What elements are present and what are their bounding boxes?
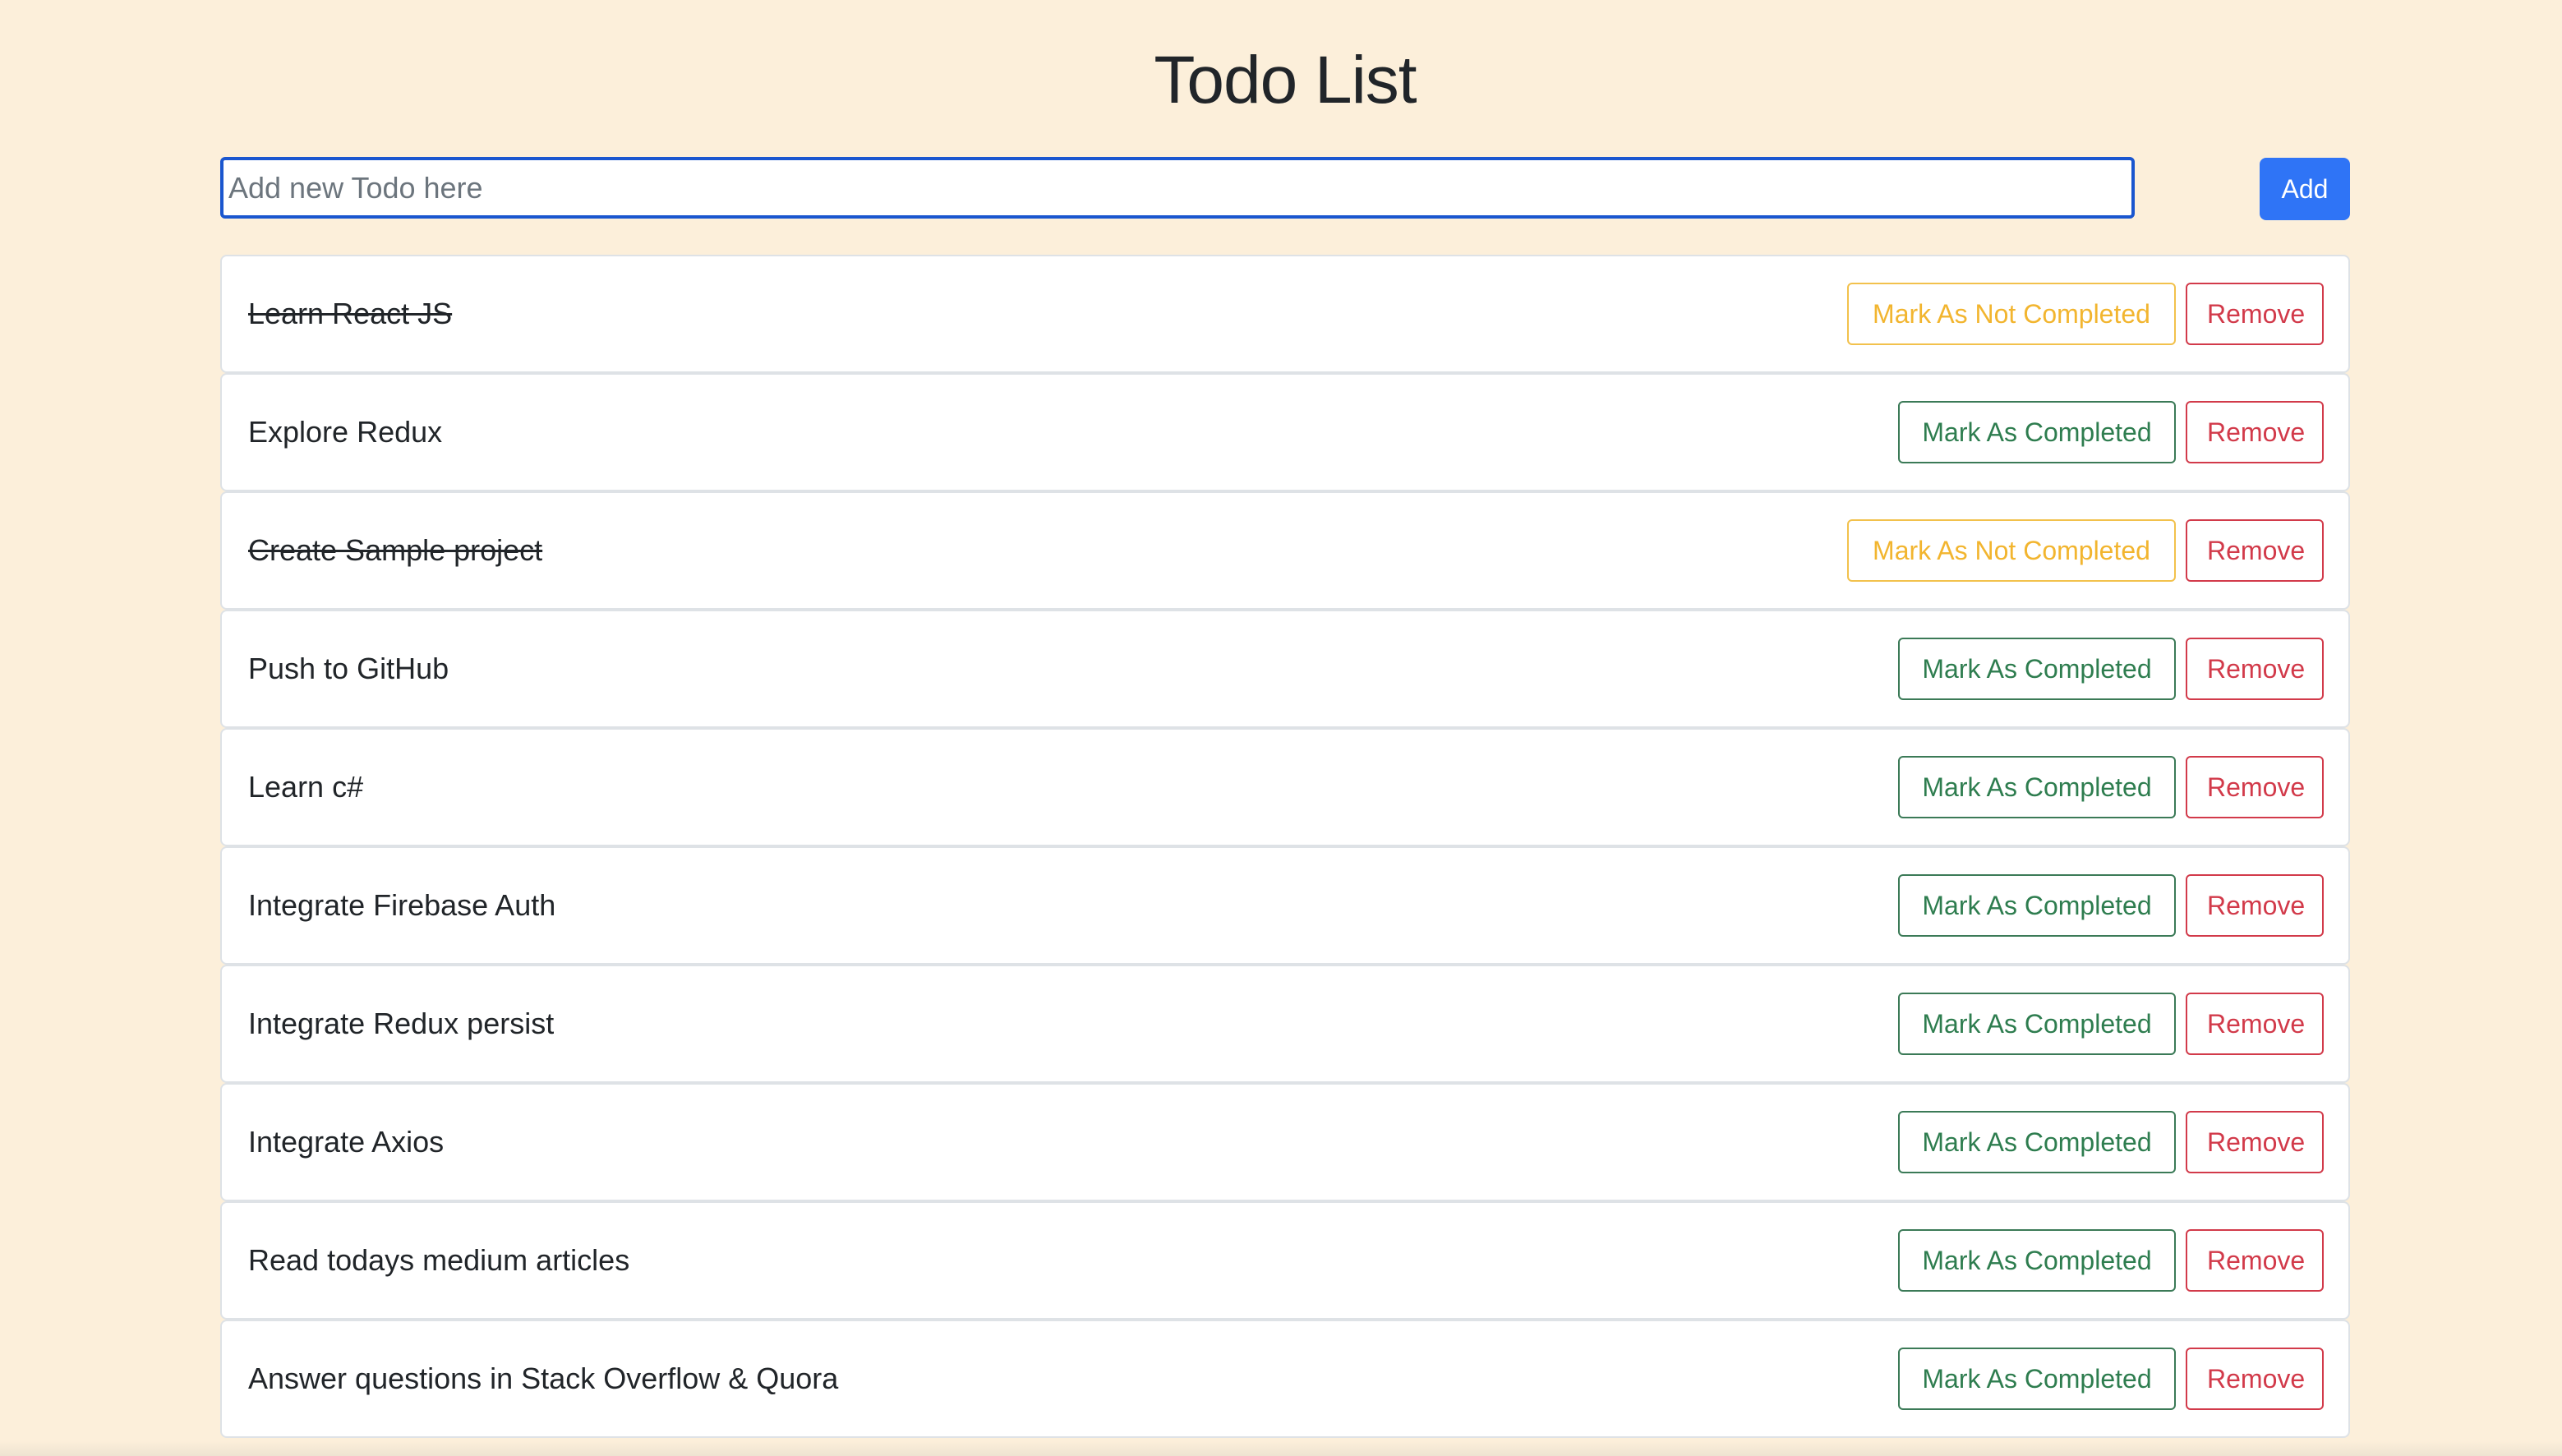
todo-item: Integrate Firebase Auth Mark As Complete… xyxy=(220,846,2350,965)
todo-actions: Mark As Completed Remove xyxy=(1898,874,2324,937)
todo-actions: Mark As Not Completed Remove xyxy=(1847,283,2324,345)
todo-text: Read todays medium articles xyxy=(248,1243,630,1277)
todo-item: Integrate Redux persist Mark As Complete… xyxy=(220,965,2350,1083)
new-todo-input[interactable] xyxy=(220,157,2135,219)
remove-button[interactable]: Remove xyxy=(2186,1229,2324,1292)
todo-actions: Mark As Not Completed Remove xyxy=(1847,519,2324,582)
todo-text: Learn React JS xyxy=(248,297,453,330)
remove-button[interactable]: Remove xyxy=(2186,993,2324,1055)
todo-text: Push to GitHub xyxy=(248,652,449,685)
toggle-completed-button[interactable]: Mark As Completed xyxy=(1898,1111,2176,1173)
toggle-completed-button[interactable]: Mark As Completed xyxy=(1898,874,2176,937)
todo-actions: Mark As Completed Remove xyxy=(1898,756,2324,818)
remove-button[interactable]: Remove xyxy=(2186,756,2324,818)
todo-item: Answer questions in Stack Overflow & Quo… xyxy=(220,1320,2350,1438)
toggle-completed-button[interactable]: Mark As Completed xyxy=(1898,638,2176,700)
todo-actions: Mark As Completed Remove xyxy=(1898,1229,2324,1292)
toggle-completed-button[interactable]: Mark As Completed xyxy=(1898,993,2176,1055)
todo-item: Push to GitHub Mark As Completed Remove xyxy=(220,610,2350,728)
todo-list: Learn React JS Mark As Not Completed Rem… xyxy=(220,255,2350,1438)
page-title: Todo List xyxy=(1154,43,1417,117)
remove-button[interactable]: Remove xyxy=(2186,283,2324,345)
todo-actions: Mark As Completed Remove xyxy=(1898,1111,2324,1173)
todo-text: Create Sample project xyxy=(248,533,543,567)
remove-button[interactable]: Remove xyxy=(2186,401,2324,463)
toggle-completed-button[interactable]: Mark As Completed xyxy=(1898,1348,2176,1410)
add-todo-button[interactable]: Add xyxy=(2260,158,2350,220)
remove-button[interactable]: Remove xyxy=(2186,1348,2324,1410)
remove-button[interactable]: Remove xyxy=(2186,1111,2324,1173)
bottom-shadow xyxy=(0,1441,2562,1456)
todo-actions: Mark As Completed Remove xyxy=(1898,638,2324,700)
remove-button[interactable]: Remove xyxy=(2186,874,2324,937)
toggle-completed-button[interactable]: Mark As Not Completed xyxy=(1847,519,2176,582)
remove-button[interactable]: Remove xyxy=(2186,519,2324,582)
todo-item: Explore Redux Mark As Completed Remove xyxy=(220,373,2350,491)
todo-item: Create Sample project Mark As Not Comple… xyxy=(220,491,2350,610)
todo-item: Integrate Axios Mark As Completed Remove xyxy=(220,1083,2350,1201)
todo-text: Integrate Redux persist xyxy=(248,1007,555,1040)
todo-item: Learn React JS Mark As Not Completed Rem… xyxy=(220,255,2350,373)
todo-text: Integrate Firebase Auth xyxy=(248,888,556,922)
toggle-completed-button[interactable]: Mark As Completed xyxy=(1898,756,2176,818)
todo-item: Read todays medium articles Mark As Comp… xyxy=(220,1201,2350,1320)
toggle-completed-button[interactable]: Mark As Completed xyxy=(1898,401,2176,463)
todo-actions: Mark As Completed Remove xyxy=(1898,401,2324,463)
todo-text: Explore Redux xyxy=(248,415,443,449)
todo-actions: Mark As Completed Remove xyxy=(1898,1348,2324,1410)
toggle-completed-button[interactable]: Mark As Completed xyxy=(1898,1229,2176,1292)
remove-button[interactable]: Remove xyxy=(2186,638,2324,700)
toggle-completed-button[interactable]: Mark As Not Completed xyxy=(1847,283,2176,345)
todo-item: Learn c# Mark As Completed Remove xyxy=(220,728,2350,846)
todo-text: Learn c# xyxy=(248,770,364,804)
todo-text: Answer questions in Stack Overflow & Quo… xyxy=(248,1362,839,1395)
todo-actions: Mark As Completed Remove xyxy=(1898,993,2324,1055)
todo-text: Integrate Axios xyxy=(248,1125,445,1159)
